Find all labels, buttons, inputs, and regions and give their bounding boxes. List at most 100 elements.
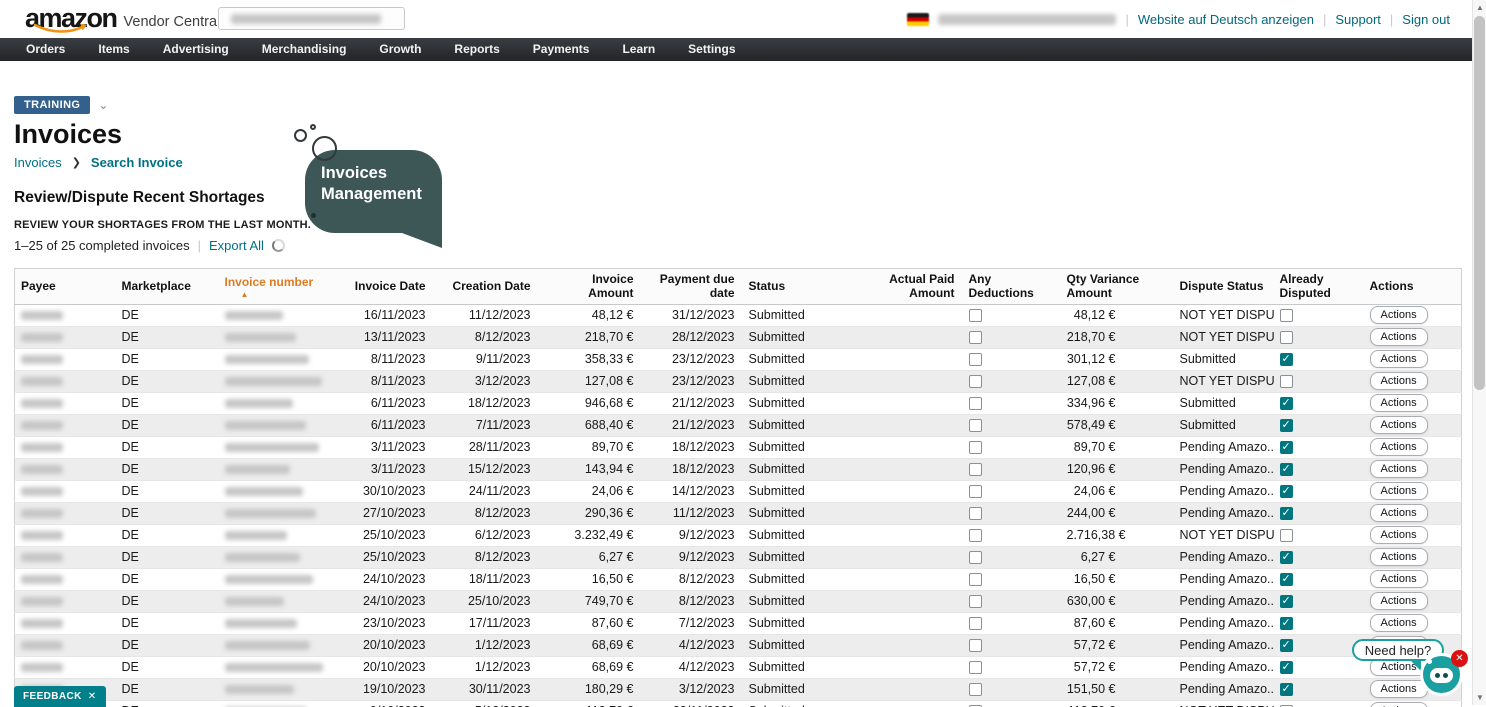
already-disputed-checkbox[interactable]: ✓ [1280, 507, 1293, 520]
nav-item-settings[interactable]: Settings [674, 38, 754, 61]
nav-item-orders[interactable]: Orders [12, 38, 84, 61]
actions-button[interactable]: Actions [1370, 438, 1428, 456]
actions-button[interactable]: Actions [1370, 592, 1428, 610]
actual-paid-amount-cell [863, 370, 963, 392]
any-deductions-checkbox[interactable] [969, 419, 982, 432]
nav-item-merchandising[interactable]: Merchandising [248, 38, 366, 61]
already-disputed-checkbox[interactable]: ✓ [1280, 595, 1293, 608]
any-deductions-checkbox[interactable] [969, 529, 982, 542]
any-deductions-checkbox[interactable] [969, 485, 982, 498]
already-disputed-checkbox[interactable]: ✓ [1280, 441, 1293, 454]
feedback-button[interactable]: FEEDBACK ✕ [14, 686, 106, 707]
invoice-amount-cell: 3.232,49 € [539, 524, 642, 546]
nav-item-reports[interactable]: Reports [440, 38, 518, 61]
language-link[interactable]: Website auf Deutsch anzeigen [1138, 12, 1314, 27]
already-disputed-checkbox[interactable]: ✓ [1280, 419, 1293, 432]
any-deductions-checkbox[interactable] [969, 595, 982, 608]
column-header-invoice-date[interactable]: Invoice Date [331, 269, 434, 305]
any-deductions-checkbox[interactable] [969, 441, 982, 454]
actions-button[interactable]: Actions [1370, 570, 1428, 588]
already-disputed-checkbox[interactable]: ✓ [1280, 617, 1293, 630]
any-deductions-checkbox[interactable] [969, 705, 982, 707]
column-header-dispute-status[interactable]: Dispute Status [1174, 269, 1274, 305]
already-disputed-checkbox[interactable]: ✓ [1280, 551, 1293, 564]
already-disputed-checkbox[interactable]: ✓ [1280, 485, 1293, 498]
column-header-invoice-number[interactable]: Invoice number▲ [219, 269, 331, 305]
breadcrumb-search-invoice[interactable]: Search Invoice [91, 155, 183, 170]
nav-item-growth[interactable]: Growth [365, 38, 440, 61]
column-header-payment-due-date[interactable]: Payment due date [642, 269, 743, 305]
any-deductions-checkbox[interactable] [969, 683, 982, 696]
training-badge[interactable]: TRAINING [14, 96, 90, 114]
any-deductions-checkbox[interactable] [969, 375, 982, 388]
any-deductions-checkbox[interactable] [969, 639, 982, 652]
actions-cell: Actions [1364, 370, 1462, 392]
actions-button[interactable]: Actions [1370, 460, 1428, 478]
actions-button[interactable]: Actions [1370, 372, 1428, 390]
column-header-marketplace[interactable]: Marketplace [116, 269, 219, 305]
any-deductions-checkbox[interactable] [969, 573, 982, 586]
actions-button[interactable]: Actions [1370, 614, 1428, 632]
account-selector[interactable] [218, 7, 405, 30]
actions-button[interactable]: Actions [1370, 416, 1428, 434]
column-header-already-disputed[interactable]: Already Disputed [1274, 269, 1364, 305]
column-header-payee[interactable]: Payee [15, 269, 116, 305]
actions-button[interactable]: Actions [1370, 504, 1428, 522]
breadcrumb-invoices[interactable]: Invoices [14, 155, 62, 170]
vertical-scrollbar[interactable]: ▲ ▼ [1472, 0, 1486, 705]
nav-item-advertising[interactable]: Advertising [149, 38, 248, 61]
already-disputed-checkbox[interactable]: ✓ [1280, 573, 1293, 586]
chevron-down-icon[interactable]: ⌄ [98, 101, 108, 109]
any-deductions-checkbox[interactable] [969, 617, 982, 630]
already-disputed-checkbox[interactable]: ✓ [1280, 661, 1293, 674]
column-header-any-deductions[interactable]: Any Deductions [963, 269, 1061, 305]
actions-button[interactable]: Actions [1370, 680, 1428, 698]
already-disputed-checkbox[interactable] [1280, 705, 1293, 707]
already-disputed-checkbox[interactable]: ✓ [1280, 639, 1293, 652]
any-deductions-checkbox[interactable] [969, 551, 982, 564]
already-disputed-cell [1274, 370, 1364, 392]
any-deductions-checkbox[interactable] [969, 397, 982, 410]
any-deductions-checkbox[interactable] [969, 309, 982, 322]
column-header-status[interactable]: Status [743, 269, 863, 305]
payment-due-date-cell: 18/12/2023 [642, 436, 743, 458]
actions-button[interactable]: Actions [1370, 328, 1428, 346]
actions-button[interactable]: Actions [1370, 394, 1428, 412]
nav-item-items[interactable]: Items [84, 38, 148, 61]
scrollbar-thumb[interactable] [1474, 16, 1485, 390]
already-disputed-checkbox[interactable]: ✓ [1280, 463, 1293, 476]
actual-paid-amount-cell [863, 678, 963, 700]
column-header-actual-paid-amount[interactable]: Actual Paid Amount [863, 269, 963, 305]
already-disputed-checkbox[interactable] [1280, 331, 1293, 344]
nav-item-learn[interactable]: Learn [608, 38, 674, 61]
any-deductions-checkbox[interactable] [969, 463, 982, 476]
support-link[interactable]: Support [1335, 12, 1381, 27]
already-disputed-checkbox[interactable] [1280, 375, 1293, 388]
column-header-actions[interactable]: Actions [1364, 269, 1462, 305]
signout-link[interactable]: Sign out [1402, 12, 1450, 27]
actions-button[interactable]: Actions [1370, 350, 1428, 368]
any-deductions-checkbox[interactable] [969, 331, 982, 344]
any-deductions-checkbox[interactable] [969, 661, 982, 674]
scroll-up-icon[interactable]: ▲ [1473, 3, 1486, 12]
close-helper-badge-icon[interactable]: ✕ [1451, 650, 1468, 667]
column-header-qty-variance-amount[interactable]: Qty Variance Amount [1061, 269, 1174, 305]
already-disputed-checkbox[interactable] [1280, 529, 1293, 542]
actions-button[interactable]: Actions [1370, 482, 1428, 500]
already-disputed-checkbox[interactable]: ✓ [1280, 683, 1293, 696]
already-disputed-checkbox[interactable]: ✓ [1280, 353, 1293, 366]
main-content: TRAINING ⌄ Invoices Invoices ❯ Search In… [0, 96, 1486, 707]
any-deductions-checkbox[interactable] [969, 507, 982, 520]
nav-item-payments[interactable]: Payments [519, 38, 609, 61]
actions-button[interactable]: Actions [1370, 526, 1428, 544]
scroll-down-icon[interactable]: ▼ [1473, 693, 1486, 702]
actions-button[interactable]: Actions [1370, 306, 1428, 324]
actions-button[interactable]: Actions [1370, 548, 1428, 566]
column-header-invoice-amount[interactable]: Invoice Amount [539, 269, 642, 305]
already-disputed-checkbox[interactable]: ✓ [1280, 397, 1293, 410]
already-disputed-checkbox[interactable] [1280, 309, 1293, 322]
table-row: DE23/10/202317/11/202387,60 €7/12/2023Su… [15, 612, 1462, 634]
any-deductions-checkbox[interactable] [969, 353, 982, 366]
column-header-creation-date[interactable]: Creation Date [434, 269, 539, 305]
export-all-link[interactable]: Export All [209, 238, 264, 253]
